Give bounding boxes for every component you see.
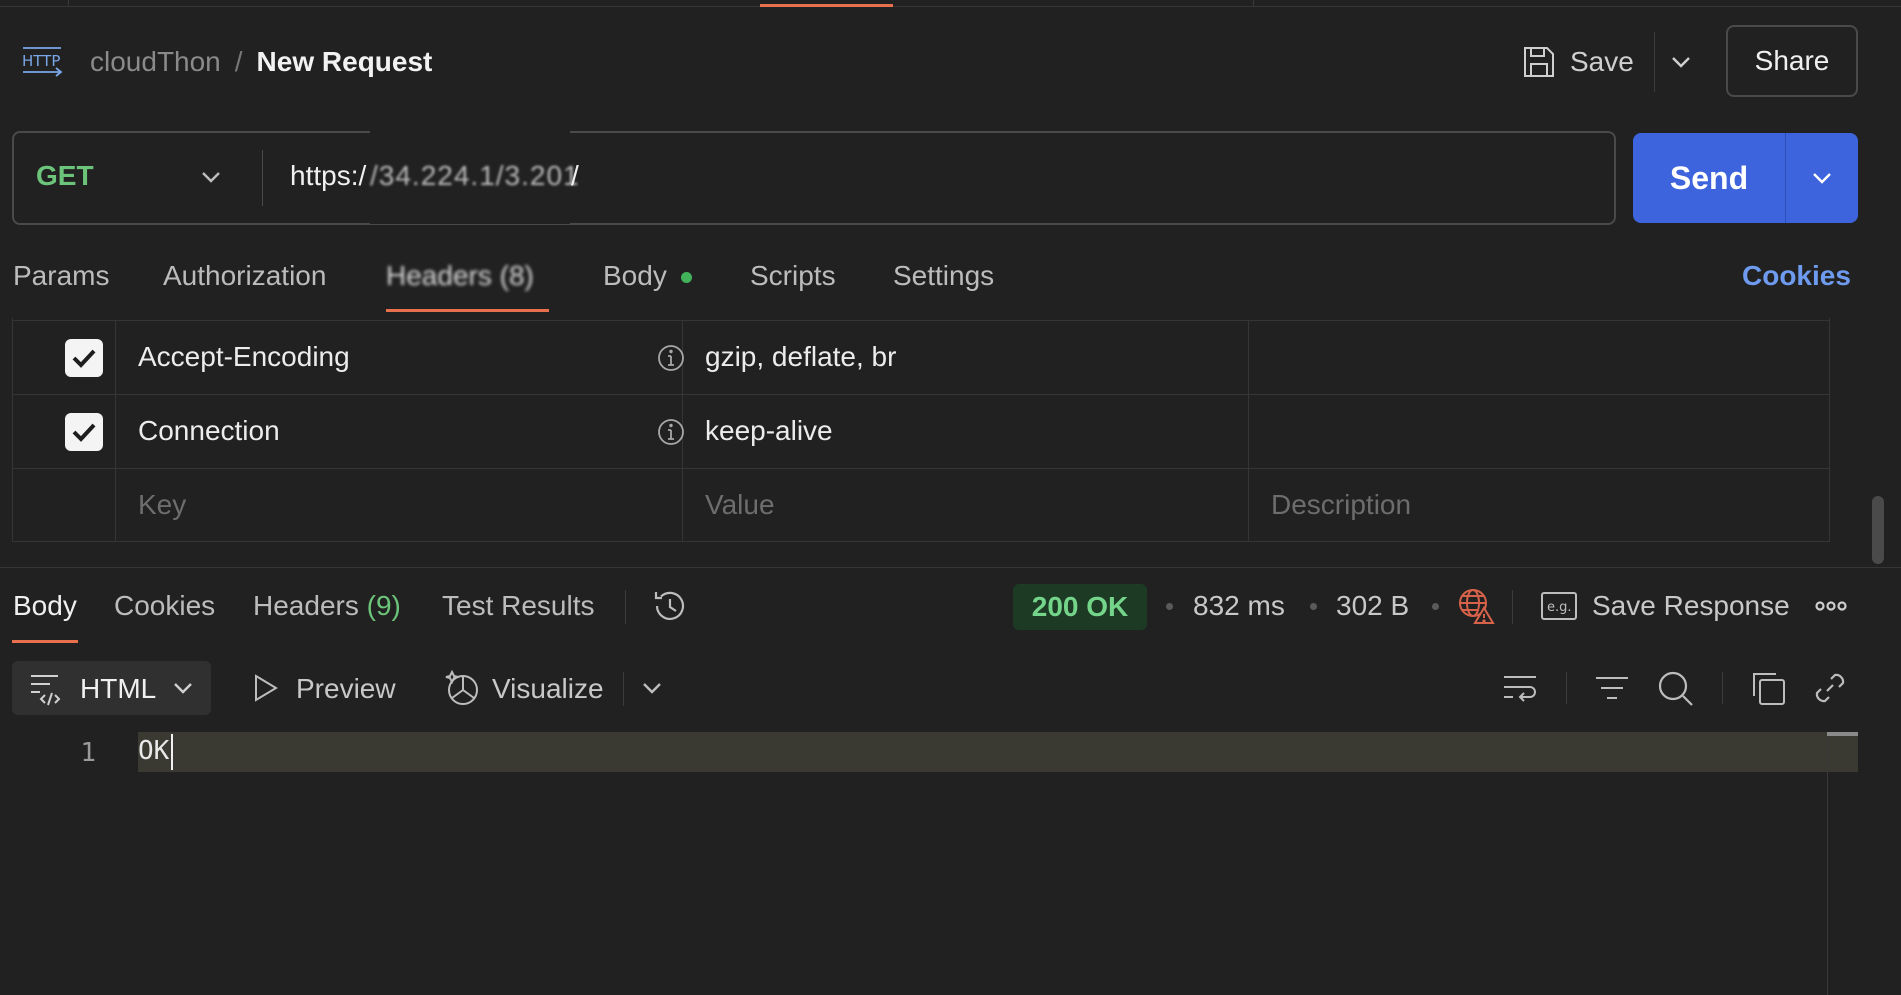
response-tab-headers-label: Headers [253, 590, 359, 621]
divider [1512, 590, 1513, 624]
url-input[interactable]: https:/ [290, 160, 366, 192]
breadcrumb-separator: / [234, 46, 243, 77]
header-value[interactable]: keep-alive [705, 415, 833, 447]
header-key[interactable]: Connection [138, 415, 280, 447]
value-input[interactable]: Value [705, 489, 775, 521]
body-status-dot [681, 272, 692, 283]
svg-text:e.g.: e.g. [1547, 600, 1572, 615]
response-time[interactable]: 832 ms [1193, 590, 1285, 622]
separator-dot [1432, 603, 1439, 610]
tab-body[interactable]: Body [603, 260, 667, 292]
header-value[interactable]: gzip, deflate, br [705, 341, 896, 373]
cookies-link[interactable]: Cookies [1742, 260, 1851, 292]
divider [625, 590, 626, 624]
window-top-bar [0, 0, 1901, 7]
scrollbar-thumb[interactable] [1872, 496, 1884, 564]
preview-button[interactable]: Preview [296, 673, 396, 705]
line-number: 1 [80, 738, 96, 768]
table-row-new: Key Value Description [13, 468, 1829, 542]
info-icon[interactable] [656, 343, 686, 373]
breadcrumb-workspace[interactable]: cloudThon [90, 46, 221, 78]
separator-dot [1166, 603, 1173, 610]
visualize-options-chevron-down-icon[interactable] [637, 672, 667, 704]
network-warning-globe-icon[interactable] [1456, 586, 1496, 626]
search-icon[interactable] [1655, 668, 1695, 708]
editor-scrollbar-thumb[interactable] [1827, 732, 1858, 736]
tab-headers[interactable]: Headers (8) [386, 260, 534, 292]
tab-params[interactable]: Params [13, 260, 109, 292]
headers-table: Accept-Encoding gzip, deflate, br Connec… [12, 318, 1830, 542]
response-tab-headers[interactable]: Headers (9) [253, 590, 401, 622]
divider [262, 150, 263, 206]
header-key[interactable]: Accept-Encoding [138, 341, 350, 373]
response-tab-cookies[interactable]: Cookies [114, 590, 215, 622]
history-icon[interactable] [650, 586, 690, 626]
example-icon: e.g. [1540, 590, 1578, 622]
response-tab-body[interactable]: Body [13, 590, 77, 622]
wrap-lines-icon[interactable] [1500, 668, 1540, 708]
editor-scrollbar-track[interactable] [1827, 732, 1828, 995]
response-body-line[interactable]: OK [138, 736, 169, 766]
request-name[interactable]: New Request [257, 46, 433, 78]
pane-divider[interactable] [0, 567, 1901, 568]
url-bar [12, 131, 1616, 225]
table-row: Connection keep-alive [13, 394, 1829, 468]
active-line-highlight [138, 732, 1858, 772]
row-checkbox[interactable] [65, 413, 103, 451]
divider [623, 672, 624, 706]
header-description[interactable] [1249, 321, 1829, 394]
tab-settings[interactable]: Settings [893, 260, 994, 292]
active-tab-indicator [12, 640, 78, 643]
breadcrumb: cloudThon / New Request [90, 46, 432, 78]
more-options-icon[interactable] [1814, 596, 1848, 616]
share-button[interactable]: Share [1726, 25, 1858, 97]
separator-dot [1310, 603, 1317, 610]
visualize-icon [444, 668, 482, 708]
divider [1566, 672, 1567, 704]
active-tab-indicator [386, 309, 549, 312]
method-select[interactable]: GET [36, 160, 94, 192]
method-chevron-down-icon[interactable] [196, 160, 226, 194]
save-label: Save [1570, 46, 1634, 77]
headers-count: (9) [366, 590, 401, 621]
tab-authorization[interactable]: Authorization [163, 260, 326, 292]
visualize-button[interactable]: Visualize [492, 673, 604, 705]
copy-icon[interactable] [1748, 668, 1788, 708]
header-description[interactable] [1249, 395, 1829, 468]
save-icon [1522, 45, 1556, 79]
http-icon: HTTP [20, 44, 64, 78]
save-button[interactable]: Save [1522, 40, 1634, 84]
link-icon[interactable] [1810, 668, 1850, 708]
save-options-chevron-down-icon[interactable] [1664, 40, 1698, 84]
format-label: HTML [80, 673, 157, 704]
filter-icon[interactable] [1592, 668, 1632, 708]
divider [1722, 672, 1723, 704]
description-input[interactable]: Description [1271, 489, 1411, 521]
status-badge[interactable]: 200 OK [1013, 584, 1147, 630]
key-input[interactable]: Key [138, 489, 186, 521]
send-button[interactable]: Send [1633, 133, 1785, 223]
svg-text:HTTP: HTTP [22, 52, 60, 70]
tab-scripts[interactable]: Scripts [750, 260, 836, 292]
format-chevron-down-icon [168, 672, 198, 704]
response-size[interactable]: 302 B [1336, 590, 1409, 622]
url-suffix: / [571, 160, 579, 191]
text-caret [171, 734, 173, 770]
save-response-button[interactable]: Save Response [1592, 590, 1790, 622]
send-options-chevron-down-icon[interactable] [1786, 133, 1858, 223]
response-tab-test-results[interactable]: Test Results [442, 590, 595, 622]
divider [1654, 32, 1655, 92]
url-masked-host: /34.224.1/3.201 [370, 160, 580, 191]
row-checkbox[interactable] [65, 339, 103, 377]
html-format-icon [28, 668, 66, 708]
play-icon [250, 672, 280, 704]
table-row: Accept-Encoding gzip, deflate, br [13, 320, 1829, 394]
info-icon[interactable] [656, 417, 686, 447]
